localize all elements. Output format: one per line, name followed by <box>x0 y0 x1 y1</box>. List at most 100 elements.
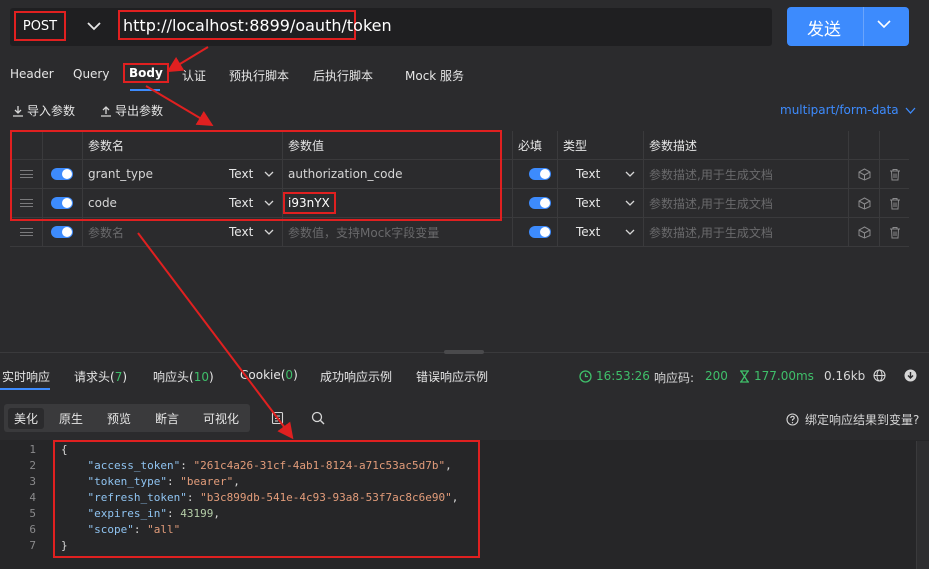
param-name-type-select[interactable]: Text <box>224 218 282 246</box>
tab-body[interactable]: Body <box>123 63 169 83</box>
view-visual[interactable]: 可视化 <box>203 410 239 427</box>
import-label: 导入参数 <box>27 104 76 118</box>
view-raw[interactable]: 原生 <box>59 410 83 427</box>
hourglass-icon <box>740 369 749 383</box>
tab-pre-script[interactable]: 预执行脚本 <box>229 67 289 84</box>
chevron-down-icon <box>625 171 635 177</box>
chevron-down-icon <box>264 171 274 177</box>
response-duration: 177.00ms <box>739 369 814 383</box>
cube-icon[interactable] <box>848 189 879 217</box>
code-line: { <box>61 443 68 456</box>
tab-realtime-response[interactable]: 实时响应 <box>2 368 50 385</box>
param-name-type-select[interactable]: Text <box>224 160 282 188</box>
drag-handle-icon[interactable] <box>10 189 42 217</box>
tab-request-headers[interactable]: 请求头(7) <box>74 368 127 385</box>
code-line: "refresh_token": "b3c899db-541e-4c93-93a… <box>87 491 459 504</box>
type-value: Text <box>576 167 601 181</box>
param-name-input[interactable]: 参数名 <box>82 218 224 246</box>
type-select[interactable]: Text <box>557 189 643 217</box>
required-toggle[interactable] <box>512 189 557 217</box>
download-icon <box>12 105 24 117</box>
view-mode-group: 美化 原生 预览 断言 可视化 <box>4 404 250 432</box>
type-select[interactable]: Text <box>557 218 643 246</box>
code-line: } <box>61 539 68 552</box>
param-name-type: Text <box>229 196 254 210</box>
enable-toggle[interactable] <box>42 160 82 188</box>
scrollbar[interactable] <box>916 441 929 569</box>
chevron-down-icon <box>264 229 274 235</box>
code-line: "expires_in": 43199, <box>87 507 220 520</box>
param-name-type: Text <box>229 167 254 181</box>
chevron-down-icon <box>625 229 635 235</box>
line-number: 3 <box>29 475 36 488</box>
send-divider <box>863 7 864 46</box>
tab-success-example[interactable]: 成功响应示例 <box>320 368 392 385</box>
view-preview[interactable]: 预览 <box>107 410 131 427</box>
upload-icon <box>100 105 112 117</box>
tab-mock[interactable]: Mock 服务 <box>405 67 464 84</box>
param-desc[interactable]: 参数描述,用于生成文档 <box>643 160 848 188</box>
copy-icon[interactable] <box>271 411 284 425</box>
tab-response-headers[interactable]: 响应头(10) <box>153 368 214 385</box>
globe-icon[interactable] <box>873 369 886 382</box>
required-toggle[interactable] <box>512 160 557 188</box>
param-name-type-select[interactable]: Text <box>224 189 282 217</box>
form-type-label: multipart/form-data <box>780 103 899 117</box>
active-tab-indicator <box>0 388 50 390</box>
tab-post-script[interactable]: 后执行脚本 <box>313 67 373 84</box>
view-pretty[interactable]: 美化 <box>8 408 45 429</box>
param-name[interactable]: grant_type <box>82 160 224 188</box>
tab-error-example[interactable]: 错误响应示例 <box>416 368 488 385</box>
tab-cookie[interactable]: Cookie(0) <box>240 368 298 382</box>
resize-handle[interactable] <box>444 350 484 354</box>
chevron-down-icon[interactable] <box>877 19 891 29</box>
header-value: 参数值 <box>282 131 512 159</box>
trash-icon[interactable] <box>879 160 909 188</box>
chevron-down-icon <box>625 200 635 206</box>
url-input[interactable]: http://localhost:8899/oauth/token <box>118 10 392 40</box>
type-select[interactable]: Text <box>557 160 643 188</box>
param-value-input[interactable]: 参数值，支持Mock字段变量 <box>282 218 512 246</box>
line-number: 7 <box>29 539 36 552</box>
bind-label: 绑定响应结果到变量? <box>805 413 920 427</box>
required-toggle[interactable] <box>512 218 557 246</box>
param-desc[interactable]: 参数描述,用于生成文档 <box>643 189 848 217</box>
param-desc[interactable]: 参数描述,用于生成文档 <box>643 218 848 246</box>
export-label: 导出参数 <box>115 104 164 118</box>
type-value: Text <box>576 225 601 239</box>
chevron-down-icon <box>264 200 274 206</box>
export-params-button[interactable]: 导出参数 <box>100 102 163 119</box>
cube-icon[interactable] <box>848 218 879 246</box>
line-number: 1 <box>29 443 36 456</box>
code-line: "access_token": "261c4a26-31cf-4ab1-8124… <box>87 459 452 472</box>
trash-icon[interactable] <box>879 218 909 246</box>
drag-handle-icon[interactable] <box>10 160 42 188</box>
drag-handle-icon[interactable] <box>10 218 42 246</box>
chevron-down-icon[interactable] <box>80 14 108 38</box>
send-button[interactable]: 发送 <box>787 7 909 46</box>
tab-auth[interactable]: 认证 <box>182 67 206 84</box>
form-type-select[interactable]: multipart/form-data <box>780 103 916 117</box>
search-icon[interactable] <box>311 411 325 425</box>
table-row: code Text i93nYX Text 参数描述,用于生成文档 <box>10 189 909 218</box>
method-select[interactable]: POST <box>14 11 66 41</box>
tab-header[interactable]: Header <box>10 67 54 81</box>
active-tab-indicator <box>130 89 160 91</box>
header-desc: 参数描述 <box>643 131 848 159</box>
bind-response-variable[interactable]: 绑定响应结果到变量? <box>786 411 919 428</box>
param-value[interactable]: i93nYX <box>283 192 336 214</box>
download-circle-icon[interactable] <box>904 369 917 382</box>
trash-icon[interactable] <box>879 189 909 217</box>
code-line: "token_type": "bearer", <box>87 475 240 488</box>
status-code: 200 <box>705 369 728 383</box>
import-params-button[interactable]: 导入参数 <box>12 102 75 119</box>
param-value[interactable]: authorization_code <box>282 160 512 188</box>
enable-toggle[interactable] <box>42 189 82 217</box>
tab-query[interactable]: Query <box>73 67 109 81</box>
table-row: grant_type Text authorization_code Text … <box>10 160 909 189</box>
cube-icon[interactable] <box>848 160 879 188</box>
param-name[interactable]: code <box>82 189 224 217</box>
response-code-view[interactable]: 1 {2 "access_token": "261c4a26-31cf-4ab1-… <box>0 440 929 569</box>
enable-toggle[interactable] <box>42 218 82 246</box>
view-assert[interactable]: 断言 <box>155 410 179 427</box>
